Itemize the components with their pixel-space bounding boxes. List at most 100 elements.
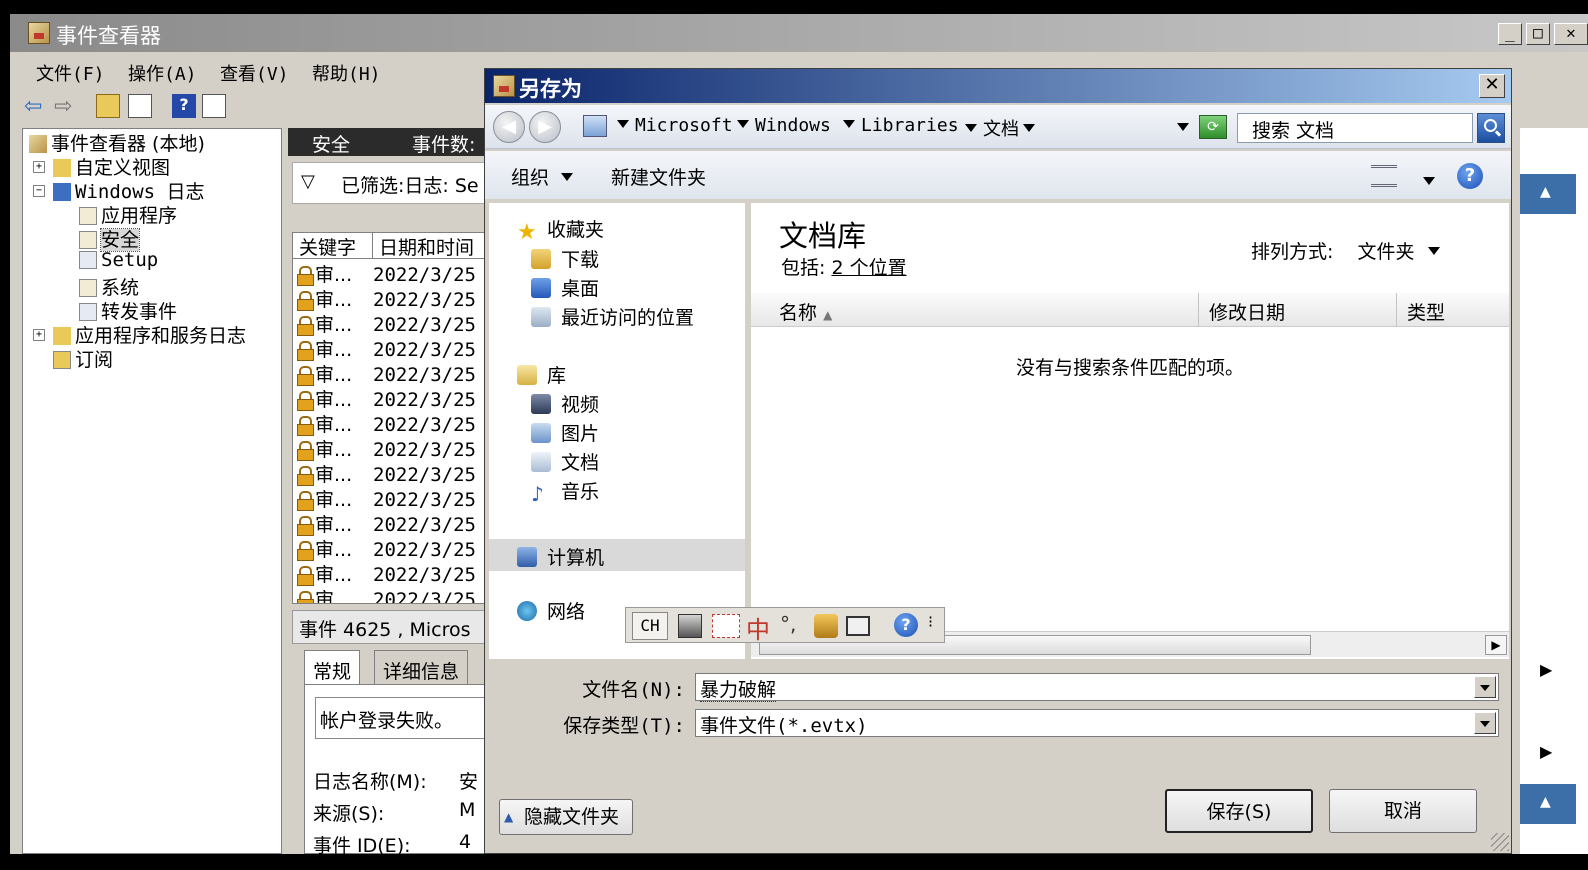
tree-security[interactable]: 安全 bbox=[79, 225, 141, 252]
tree-forwarded-events[interactable]: 转发事件 bbox=[79, 297, 177, 324]
ime-soft-keyboard-icon[interactable] bbox=[814, 614, 838, 638]
table-row[interactable]: 审... 2022/3/25 bbox=[293, 560, 487, 586]
ime-menu-icon[interactable] bbox=[846, 616, 870, 636]
forward-button[interactable]: ▶ bbox=[529, 111, 561, 143]
filename-history-dropdown[interactable] bbox=[1474, 676, 1496, 698]
table-row[interactable]: 审... 2022/3/25 bbox=[293, 585, 487, 603]
ime-keyboard-icon[interactable] bbox=[678, 614, 702, 638]
column-date-modified[interactable]: 修改日期 bbox=[1199, 293, 1397, 327]
breadcrumb-microsoft[interactable]: Microsoft bbox=[617, 115, 733, 136]
folder-up-icon[interactable] bbox=[96, 94, 120, 118]
nav-music[interactable]: ♪ 音乐 bbox=[531, 477, 599, 505]
table-row[interactable]: 审... 2022/3/25 bbox=[293, 285, 487, 311]
minimize-button[interactable]: _ bbox=[1498, 23, 1522, 45]
file-type-dropdown[interactable] bbox=[1474, 712, 1496, 734]
submenu-arrow-icon[interactable]: ▶ bbox=[1540, 660, 1552, 679]
tree-root[interactable]: 事件查看器 (本地) bbox=[29, 129, 205, 156]
new-folder-button[interactable]: 新建文件夹 bbox=[611, 163, 706, 190]
menu-view[interactable]: 查看(V) bbox=[220, 60, 289, 86]
nav-network[interactable]: 网络 bbox=[517, 597, 585, 624]
main-title-bar[interactable]: 事件查看器 _ □ ✕ bbox=[10, 14, 1588, 52]
hide-folders-button[interactable]: ▲ 隐藏文件夹 bbox=[499, 799, 633, 835]
nav-computer[interactable]: 计算机 bbox=[489, 539, 745, 571]
ime-options-icon[interactable]: ⁝ bbox=[928, 612, 933, 631]
breadcrumb-documents[interactable]: 文档 bbox=[965, 115, 1035, 141]
column-name[interactable]: 名称 ▲ bbox=[751, 293, 1199, 327]
actions-section-header[interactable]: ▲ bbox=[1520, 174, 1576, 214]
submenu-arrow-icon[interactable]: ▶ bbox=[1540, 742, 1552, 761]
tab-details[interactable]: 详细信息 bbox=[374, 650, 469, 684]
tree-app-service-logs[interactable]: 应用程序和服务日志 bbox=[53, 321, 246, 348]
filename-input[interactable]: 暴力破解 bbox=[695, 673, 1499, 702]
address-dropdown-icon[interactable] bbox=[1173, 117, 1189, 139]
menu-help[interactable]: 帮助(H) bbox=[312, 60, 381, 86]
scroll-right-icon[interactable]: ▶ bbox=[1485, 635, 1507, 655]
table-row[interactable]: 审... 2022/3/25 bbox=[293, 385, 487, 411]
view-options-icon[interactable] bbox=[1371, 165, 1397, 187]
dialog-close-button[interactable]: ✕ bbox=[1479, 74, 1505, 98]
tree-system[interactable]: 系统 bbox=[79, 273, 139, 300]
ime-language-button[interactable]: CH bbox=[632, 612, 668, 640]
nav-downloads[interactable]: 下载 bbox=[531, 245, 599, 272]
menu-action[interactable]: 操作(A) bbox=[128, 60, 197, 86]
breadcrumb-libraries[interactable]: Libraries bbox=[843, 115, 959, 136]
dialog-title-bar[interactable]: 另存为 ✕ bbox=[485, 69, 1511, 103]
actions-section-header[interactable]: ▲ bbox=[1520, 784, 1576, 824]
back-arrow-icon[interactable]: ⇦ bbox=[24, 94, 48, 119]
nav-documents[interactable]: 文档 bbox=[531, 448, 599, 475]
column-date-time[interactable]: 日期和时间 bbox=[373, 233, 487, 259]
search-input[interactable]: 搜索 文档 bbox=[1237, 113, 1473, 143]
forward-arrow-icon[interactable]: ⇨ bbox=[54, 94, 78, 119]
table-row[interactable]: 审... 2022/3/25 bbox=[293, 260, 487, 286]
table-row[interactable]: 审... 2022/3/25 bbox=[293, 360, 487, 386]
search-icon[interactable] bbox=[1477, 113, 1505, 143]
expand-app-service-logs[interactable]: + bbox=[33, 329, 45, 341]
tree-setup[interactable]: Setup bbox=[79, 249, 158, 271]
nav-libraries[interactable]: 库 bbox=[517, 361, 566, 388]
nav-videos[interactable]: 视频 bbox=[531, 390, 599, 417]
tree-windows-logs[interactable]: Windows 日志 bbox=[53, 177, 205, 204]
ime-help-icon[interactable]: ? bbox=[894, 613, 918, 637]
tree-custom-views[interactable]: 自定义视图 bbox=[53, 153, 170, 180]
view-dropdown-icon[interactable] bbox=[1419, 171, 1435, 193]
column-keyword[interactable]: 关键字 bbox=[293, 233, 373, 259]
file-type-select[interactable]: 事件文件(*.evtx) bbox=[695, 709, 1499, 737]
show-hide-tree-icon[interactable] bbox=[128, 94, 152, 118]
help-icon[interactable]: ? bbox=[1457, 163, 1483, 189]
menu-file[interactable]: 文件(F) bbox=[36, 60, 105, 86]
table-row[interactable]: 审... 2022/3/25 bbox=[293, 535, 487, 561]
ime-punctuation-mode[interactable]: °, bbox=[780, 612, 796, 636]
table-row[interactable]: 审... 2022/3/25 bbox=[293, 310, 487, 336]
table-row[interactable]: 审... 2022/3/25 bbox=[293, 460, 487, 486]
tree-subscriptions[interactable]: 订阅 bbox=[53, 345, 113, 372]
resize-grip-icon[interactable] bbox=[1491, 833, 1509, 851]
maximize-button[interactable]: □ bbox=[1526, 23, 1550, 45]
nav-favorites[interactable]: ★ 收藏夹 bbox=[517, 215, 604, 244]
back-button[interactable]: ◀ bbox=[493, 111, 525, 143]
breadcrumb-windows[interactable]: Windows bbox=[737, 115, 831, 136]
help-icon[interactable]: ? bbox=[172, 94, 196, 118]
nav-desktop[interactable]: 桌面 bbox=[531, 274, 599, 301]
nav-pictures[interactable]: 图片 bbox=[531, 419, 599, 446]
table-row[interactable]: 审... 2022/3/25 bbox=[293, 435, 487, 461]
close-main-button[interactable]: ✕ bbox=[1554, 23, 1588, 45]
expand-custom-views[interactable]: + bbox=[33, 161, 45, 173]
table-row[interactable]: 审... 2022/3/25 bbox=[293, 510, 487, 536]
action-pane-icon[interactable] bbox=[202, 94, 226, 118]
table-row[interactable]: 审... 2022/3/25 bbox=[293, 335, 487, 361]
arrange-by-dropdown[interactable]: 文件夹 bbox=[1357, 241, 1441, 263]
cancel-button[interactable]: 取消 bbox=[1329, 789, 1477, 833]
library-locations-link[interactable]: 2 个位置 bbox=[831, 257, 906, 279]
save-button[interactable]: 保存(S) bbox=[1165, 789, 1313, 833]
refresh-icon[interactable]: ⟳ bbox=[1199, 115, 1227, 139]
tree-application[interactable]: 应用程序 bbox=[79, 201, 177, 228]
ime-logo-icon[interactable] bbox=[712, 614, 740, 638]
column-type[interactable]: 类型 bbox=[1397, 293, 1509, 327]
nav-recent-places[interactable]: 最近访问的位置 bbox=[531, 303, 694, 330]
address-bar[interactable]: Microsoft Windows Libraries 文档 ⟳ bbox=[583, 111, 1228, 143]
organize-button[interactable]: 组织 bbox=[511, 163, 574, 190]
table-row[interactable]: 审... 2022/3/25 bbox=[293, 410, 487, 436]
collapse-windows-logs[interactable]: − bbox=[33, 185, 45, 197]
table-row[interactable]: 审... 2022/3/25 bbox=[293, 485, 487, 511]
tab-general[interactable]: 常规 bbox=[304, 650, 361, 684]
